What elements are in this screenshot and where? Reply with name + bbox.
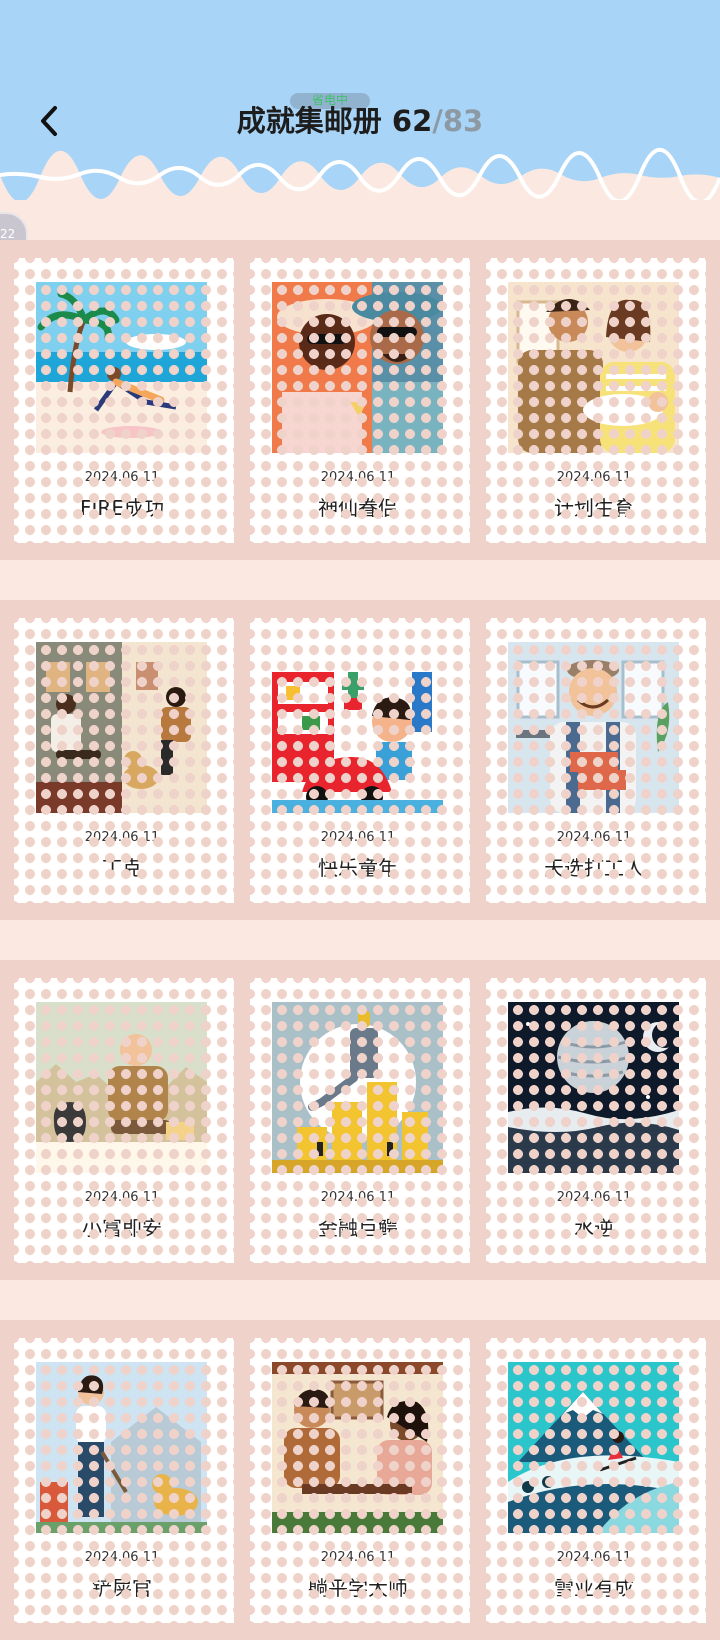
- stamp-date: 2024.06.11: [84, 1190, 160, 1205]
- stamp-card[interactable]: 2024.06.11 FIRE成功: [14, 258, 234, 543]
- planets-night-illustration: [508, 1002, 679, 1173]
- stamp-date: 2024.06.11: [556, 470, 632, 485]
- stamp-name: 水逆: [574, 1216, 614, 1240]
- stamp-date: 2024.06.11: [556, 830, 632, 845]
- page-title: 成就集邮册 62/83: [0, 98, 720, 140]
- stamp-date: 2024.06.11: [320, 470, 396, 485]
- title-text: 成就集邮册: [236, 104, 382, 138]
- stamp-card[interactable]: 2024.06.11 雪业有成: [486, 1338, 706, 1623]
- tycoon-on-coins-illustration: [272, 1002, 443, 1173]
- stamp-card[interactable]: 2024.06.11 铲屎官: [14, 1338, 234, 1623]
- stamp-name: 躺平学大师: [308, 1576, 408, 1600]
- stamp-name: 小富即安: [82, 1216, 162, 1240]
- stamp-date: 2024.06.11: [320, 830, 396, 845]
- stamp-date: 2024.06.11: [84, 1550, 160, 1565]
- parents-baby-illustration: [508, 282, 679, 453]
- side-badge-label: 22: [0, 227, 16, 241]
- stamp-name: 雪业有成: [554, 1576, 634, 1600]
- stamp-card[interactable]: 2024.06.11 小富即安: [14, 978, 234, 1263]
- stamp-date: 2024.06.11: [84, 470, 160, 485]
- stamp-name: FIRE成功: [80, 496, 164, 520]
- stamp-date: 2024.06.11: [320, 1190, 396, 1205]
- stamp-name: 金融巨鳄: [318, 1216, 398, 1240]
- stamp-name: 铲屎官: [92, 1576, 152, 1600]
- stamp-card[interactable]: 2024.06.11 天选打工人: [486, 618, 706, 903]
- stamp-card[interactable]: 2024.06.11 计划生育: [486, 258, 706, 543]
- stamp-card[interactable]: 2024.06.11 快乐童年: [250, 618, 470, 903]
- total-count: 83: [442, 104, 484, 138]
- stamp-card[interactable]: 2024.06.11 神仙眷侣: [250, 258, 470, 543]
- stamp-card[interactable]: 2024.06.11 金融巨鳄: [250, 978, 470, 1263]
- worker-bricks-illustration: [508, 642, 679, 813]
- stamp-name: 天选打工人: [544, 856, 644, 880]
- dog-walker-illustration: [36, 1362, 207, 1533]
- stamp-date: 2024.06.11: [320, 1550, 396, 1565]
- couple-with-dog-illustration: [36, 642, 207, 813]
- man-money-bag-illustration: [36, 1002, 207, 1173]
- stamp-card[interactable]: 2024.06.11 躺平学大师: [250, 1338, 470, 1623]
- stamp-card[interactable]: 2024.06.11 水逆: [486, 978, 706, 1263]
- header-bar: 省电中 成就集邮册 62/83: [0, 0, 720, 200]
- cafe-chat-illustration: [272, 1362, 443, 1533]
- stamp-name: 快乐童年: [318, 856, 398, 880]
- stamp-name: 神仙眷侣: [318, 496, 398, 520]
- stamp-name: 丁克: [102, 856, 142, 880]
- count-separator: /: [432, 104, 443, 138]
- skier-mountain-illustration: [508, 1362, 679, 1533]
- couple-selfie-illustration: [272, 282, 443, 453]
- beach-chill-illustration: [36, 282, 207, 453]
- stamp-card[interactable]: 2024.06.11 丁克: [14, 618, 234, 903]
- stamp-name: 计划生育: [554, 496, 634, 520]
- stamp-date: 2024.06.11: [556, 1190, 632, 1205]
- stamp-date: 2024.06.11: [556, 1550, 632, 1565]
- stamp-date: 2024.06.11: [84, 830, 160, 845]
- collected-count: 62: [391, 104, 433, 138]
- kid-toy-car-illustration: [272, 642, 443, 813]
